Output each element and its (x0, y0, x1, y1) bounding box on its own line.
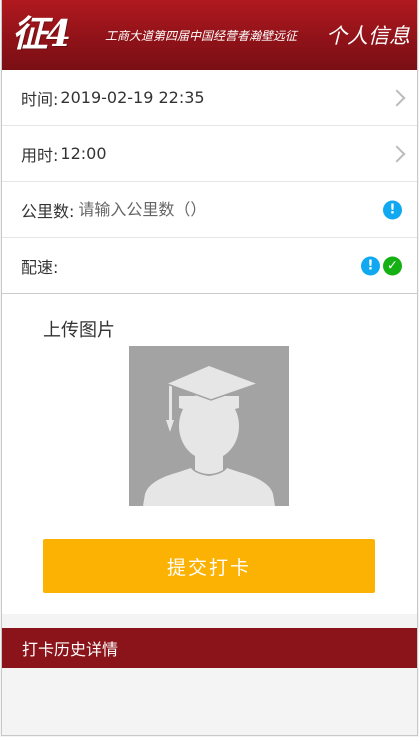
time-value: 2019-02-19 22:35 (60, 88, 205, 107)
time-row[interactable]: 时间: 2019-02-19 22:35 (2, 70, 417, 126)
duration-row[interactable]: 用时: 12:00 (2, 126, 417, 182)
distance-row: 公里数: ! (2, 182, 417, 238)
distance-input[interactable] (78, 200, 299, 219)
checkin-history-link[interactable]: 打卡历史详情 (2, 628, 417, 668)
upload-section: 上传图片 提交打卡 (2, 294, 417, 614)
chevron-right-icon[interactable] (388, 89, 406, 106)
time-label: 时间: (21, 89, 59, 109)
pace-label: 配速: (21, 257, 59, 277)
upload-title: 上传图片 (43, 320, 115, 341)
graduate-silhouette-icon (143, 366, 275, 506)
chevron-right-icon[interactable] (388, 145, 406, 162)
info-icon[interactable]: ! (361, 256, 380, 275)
info-icon[interactable]: ! (383, 200, 402, 219)
logo: 征4 (12, 13, 71, 55)
header-slogan: 工商大道第四届中国经营者瀚壁远征 (105, 29, 298, 43)
duration-value: 12:00 (60, 144, 107, 163)
avatar-upload-placeholder[interactable] (129, 346, 289, 506)
check-icon: ✓ (383, 256, 402, 275)
checkin-form: 时间: 2019-02-19 22:35 用时: 12:00 公里数: ! 配速… (2, 70, 417, 294)
duration-label: 用时: (21, 145, 59, 165)
submit-checkin-button[interactable]: 提交打卡 (43, 539, 375, 593)
pace-row: 配速: ! ✓ (2, 238, 417, 293)
distance-label: 公里数: (21, 201, 75, 221)
profile-link[interactable]: 个人信息 (326, 20, 410, 50)
app-frame: 征4 工商大道第四届中国经营者瀚壁远征 个人信息 时间: 2019-02-19 … (1, 0, 418, 736)
header: 征4 工商大道第四届中国经营者瀚壁远征 个人信息 (2, 0, 417, 70)
